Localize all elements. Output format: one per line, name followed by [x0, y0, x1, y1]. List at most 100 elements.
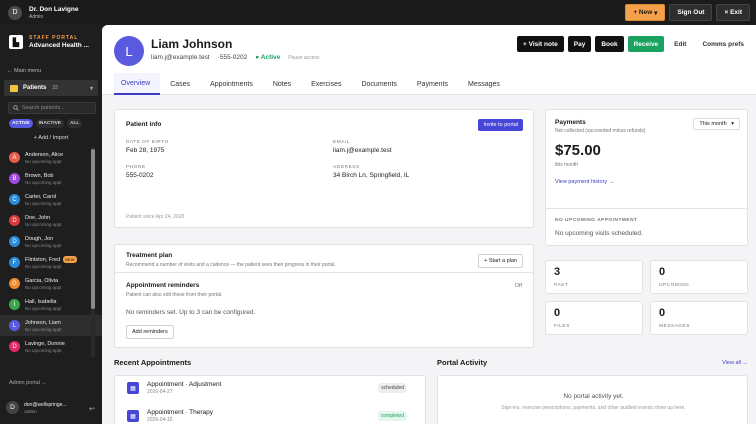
pay-button[interactable]: Pay	[567, 36, 592, 52]
patient-row-name: Hall, Isabella	[25, 299, 62, 305]
brand-kicker: STAFF PORTAL	[29, 35, 79, 41]
dob-field: DATE OF BIRTH Feb 28, 1975	[126, 140, 169, 154]
calendar-icon: ▦	[127, 382, 139, 394]
patient-row-name-text: Anderson, Alice	[25, 151, 64, 158]
filter-all[interactable]: ALL	[66, 119, 83, 128]
tab-appointments[interactable]: Appointments	[203, 73, 263, 95]
avatar: D	[9, 215, 20, 226]
filter-inactive[interactable]: INACTIVE	[35, 119, 64, 128]
avatar: B	[9, 173, 20, 184]
user-info: Dr. Don Lavigne Admin	[29, 6, 78, 20]
patient-row-name-text: Lavinge, Donnie	[25, 340, 65, 347]
list-item[interactable]: B Brown, Bob No upcoming appt	[0, 168, 102, 189]
stat-upcoming: 0 UPCOMING	[650, 260, 748, 294]
search-input[interactable]	[22, 105, 92, 111]
payments-amount: $75.00	[555, 142, 601, 159]
list-item[interactable]: ▦ Appointment · Therapy 2026-04-16 compl…	[127, 406, 407, 424]
filter-tabs: ACTIVE INACTIVE ALL	[9, 119, 102, 128]
list-item[interactable]: ▦ Appointment · Adjustment 2026-04-27 sc…	[127, 378, 407, 398]
treatment-plan-title: Treatment plan	[126, 252, 173, 259]
brand-text: STAFF PORTAL Advanced Health ...	[29, 35, 89, 49]
reminders-toggle[interactable]: Off	[515, 283, 522, 289]
treatment-plan-desc: Recommend a number of visits and a caden…	[126, 262, 336, 268]
list-item[interactable]: I Hall, Isabella No upcoming appt	[0, 294, 102, 315]
avatar: I	[9, 299, 20, 310]
user-email: don@wellspringe...	[24, 401, 67, 408]
edit-button[interactable]: Edit	[668, 36, 692, 52]
recent-appointments-card: ▦ Appointment · Adjustment 2026-04-27 sc…	[114, 375, 426, 424]
pause-access-link[interactable]: Pause access	[288, 55, 319, 61]
list-item[interactable]: L Johnson, Liam No upcoming appt	[0, 315, 102, 336]
patient-info-title: Patient info	[126, 121, 162, 128]
patient-row-name: Lavinge, Donnie	[25, 341, 65, 347]
portal-activity-title: Portal Activity	[437, 358, 488, 367]
tab-overview[interactable]: Overview	[114, 73, 161, 95]
exit-button[interactable]: × Exit	[716, 4, 750, 21]
book-button[interactable]: Book	[595, 36, 624, 52]
admin-portal-link[interactable]: Admin portal →	[9, 380, 47, 386]
stat-past-label: PAST	[554, 283, 569, 288]
patient-row-info: Lavinge, Donnie No upcoming appt	[25, 341, 65, 353]
appointment-name: Appointment · Adjustment	[147, 381, 222, 388]
sidebar: ▙ STAFF PORTAL Advanced Health ... ← Mai…	[0, 25, 102, 424]
comms-prefs-button[interactable]: Comms prefs	[696, 36, 750, 52]
patient-row-status: No upcoming appt	[25, 284, 62, 290]
appointment-name: Appointment · Therapy	[147, 409, 213, 416]
patient-name: Liam Johnson	[151, 37, 233, 51]
patient-row-status: No upcoming appt	[25, 200, 62, 206]
payments-card: Payments Net collected (succeeded minus …	[545, 109, 748, 221]
payment-history-link[interactable]: View payment history →	[555, 179, 614, 185]
list-item[interactable]: D Lavinge, Donnie No upcoming appt	[0, 336, 102, 357]
stat-past: 3 PAST	[545, 260, 643, 294]
new-button[interactable]: + New ▾	[625, 4, 666, 21]
patient-search	[8, 102, 96, 114]
add-import-button[interactable]: + Add / Import	[0, 135, 102, 141]
visit-note-button[interactable]: + Visit note	[517, 36, 564, 52]
new-label: + New	[633, 9, 653, 16]
list-item[interactable]: D Dough, Jon No upcoming appt	[0, 231, 102, 252]
patient-row-status: No upcoming appt	[25, 179, 62, 185]
tab-notes[interactable]: Notes	[266, 73, 301, 95]
invite-to-portal-button[interactable]: Invite to portal	[478, 119, 523, 131]
list-item[interactable]: G Garcia, Olivia No upcoming appt	[0, 273, 102, 294]
user-role: Admin	[24, 408, 37, 414]
scrollbar-thumb[interactable]	[91, 149, 95, 309]
list-item[interactable]: A Anderson, Alice No upcoming appt	[0, 147, 102, 168]
tab-cases[interactable]: Cases	[163, 73, 200, 95]
email-label: EMAIL	[333, 140, 350, 145]
sidebar-item-patients[interactable]: Patients 33 ▾	[4, 80, 98, 96]
logout-icon[interactable]: ↩	[89, 405, 95, 413]
sidebar-user[interactable]: D don@wellspringe... Admin	[6, 401, 67, 414]
new-badge: NEW	[63, 255, 77, 263]
main-menu-link[interactable]: ← Main menu	[0, 68, 102, 74]
stat-messages: 0 MESSAGES	[650, 301, 748, 335]
stat-upcoming-label: UPCOMING	[659, 283, 690, 288]
tab-messages[interactable]: Messages	[461, 73, 510, 95]
user-avatar[interactable]: D	[8, 5, 22, 20]
list-item[interactable]: F Flintston, Fred NEW No upcoming appt	[0, 252, 102, 273]
list-item[interactable]: D Doe, John No upcoming appt	[0, 210, 102, 231]
tab-exercises[interactable]: Exercises	[304, 73, 351, 95]
patient-row-name-text: Johnson, Liam	[25, 319, 61, 326]
list-item[interactable]: C Carter, Carol No upcoming appt	[0, 189, 102, 210]
appointment-date: 2026-04-16	[147, 417, 173, 423]
start-plan-button[interactable]: + Start a plan	[478, 254, 523, 268]
period-select[interactable]: This month ▾	[693, 118, 740, 130]
sign-out-button[interactable]: Sign Out	[669, 4, 713, 21]
reminders-empty: No reminders set. Up to 3 can be configu…	[126, 309, 256, 316]
view-all-link[interactable]: View all →	[722, 360, 748, 366]
tab-payments[interactable]: Payments	[410, 73, 458, 95]
add-reminders-button[interactable]: Add reminders	[126, 325, 174, 339]
upcoming-card: NO UPCOMING APPOINTMENT No upcoming visi…	[545, 208, 748, 246]
patient-row-info: Dough, Jon No upcoming appt	[25, 236, 62, 248]
stat-files-value: 0	[554, 307, 561, 319]
patient-row-status: No upcoming appt	[25, 242, 62, 248]
receive-button[interactable]: Receive	[627, 36, 665, 52]
top-actions: + New ▾ Sign Out × Exit	[625, 4, 750, 21]
phone-label: PHONE	[126, 165, 146, 170]
upcoming-label: NO UPCOMING APPOINTMENT	[555, 218, 638, 223]
avatar: D	[6, 401, 19, 414]
tab-documents[interactable]: Documents	[354, 73, 406, 95]
filter-active[interactable]: ACTIVE	[9, 119, 33, 128]
status-badge: completed	[377, 411, 407, 421]
